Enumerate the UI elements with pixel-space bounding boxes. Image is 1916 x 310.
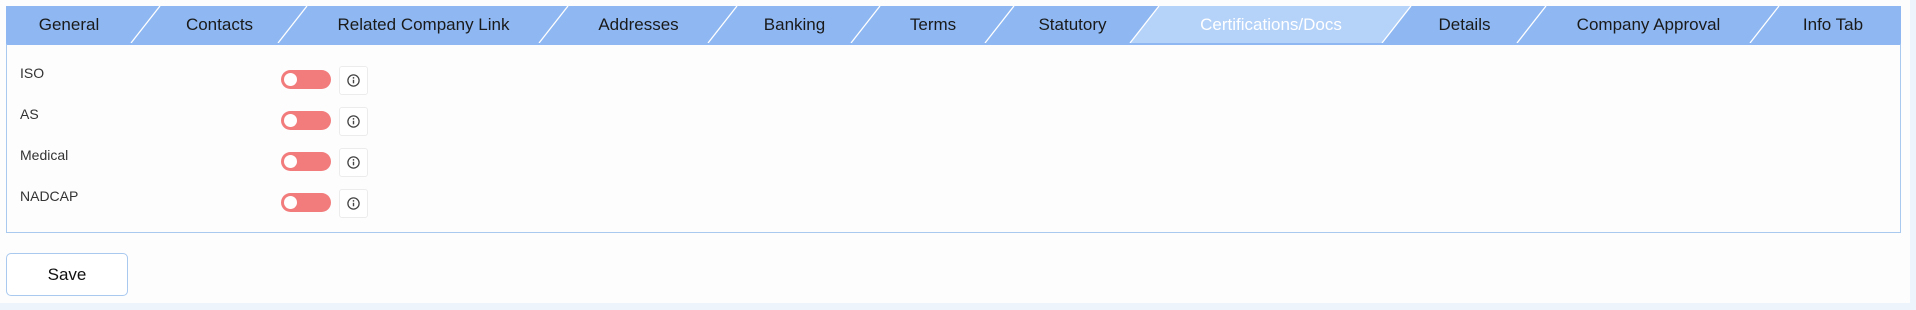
- tab-info-tab[interactable]: Info Tab: [1765, 6, 1901, 43]
- tab-company-approval[interactable]: Company Approval: [1532, 6, 1765, 43]
- tab-banking[interactable]: Banking: [723, 6, 866, 43]
- toggle-knob: [284, 73, 297, 86]
- tab-general[interactable]: General: [6, 6, 132, 43]
- toggle-knob: [284, 155, 297, 168]
- toggle-knob: [284, 114, 297, 127]
- page: General Contacts Related Company Link Ad…: [0, 0, 1910, 303]
- tab-related-company-link[interactable]: Related Company Link: [293, 6, 554, 43]
- certification-row-as: AS: [7, 106, 407, 140]
- toggle-knob: [284, 196, 297, 209]
- certifications-panel: ISO AS Medical NADCAP: [6, 43, 1901, 233]
- save-button[interactable]: Save: [6, 253, 128, 296]
- info-circle-icon: [347, 115, 360, 128]
- tab-statutory[interactable]: Statutory: [1000, 6, 1145, 43]
- as-info-button[interactable]: [339, 107, 368, 136]
- info-circle-icon: [347, 156, 360, 169]
- nadcap-toggle[interactable]: [281, 193, 331, 212]
- certification-row-medical: Medical: [7, 147, 407, 181]
- as-toggle[interactable]: [281, 111, 331, 130]
- info-circle-icon: [347, 197, 360, 210]
- certification-label: NADCAP: [20, 188, 79, 204]
- medical-toggle[interactable]: [281, 152, 331, 171]
- iso-info-button[interactable]: [339, 66, 368, 95]
- certification-label: ISO: [20, 65, 45, 81]
- tab-contacts[interactable]: Contacts: [146, 6, 293, 43]
- nadcap-info-button[interactable]: [339, 189, 368, 218]
- tab-bar: General Contacts Related Company Link Ad…: [6, 6, 1901, 43]
- certification-row-nadcap: NADCAP: [7, 188, 407, 222]
- certification-label: Medical: [20, 147, 69, 163]
- tab-addresses[interactable]: Addresses: [554, 6, 723, 43]
- tab-terms[interactable]: Terms: [866, 6, 1000, 43]
- medical-info-button[interactable]: [339, 148, 368, 177]
- tab-certifications-docs[interactable]: Certifications/Docs: [1145, 6, 1397, 43]
- info-circle-icon: [347, 74, 360, 87]
- tab-details[interactable]: Details: [1397, 6, 1532, 43]
- certification-label: AS: [20, 106, 39, 122]
- iso-toggle[interactable]: [281, 70, 331, 89]
- certification-row-iso: ISO: [7, 65, 407, 99]
